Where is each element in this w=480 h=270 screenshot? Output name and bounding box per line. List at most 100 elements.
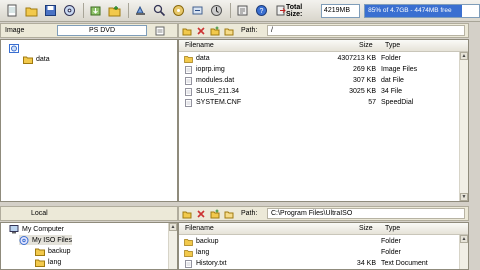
save-icon[interactable] — [42, 2, 59, 19]
folder-icon — [184, 56, 193, 63]
col-type[interactable]: Type — [385, 42, 400, 49]
local-delete-icon[interactable] — [195, 208, 207, 220]
file-name: History.txt — [196, 260, 227, 267]
scroll-down-arrow[interactable]: ▼ — [460, 193, 468, 201]
local-path-label: Path: — [241, 210, 258, 217]
col-filename[interactable]: Filename — [185, 42, 214, 49]
capacity-bar: 85% of 4.7GB - 4474MB free — [364, 4, 480, 18]
local-view-icon[interactable] — [223, 208, 235, 220]
delete-icon[interactable] — [151, 2, 168, 19]
file-size: 307 KB — [353, 77, 376, 84]
image-header: Image PS DVD — [0, 23, 178, 38]
col-filename[interactable]: Filename — [185, 225, 214, 232]
local-label: Local — [31, 210, 48, 217]
file-name: backup — [196, 238, 219, 245]
file-type: dat File — [381, 77, 404, 84]
help-icon[interactable]: ? — [253, 2, 270, 19]
open-icon[interactable] — [23, 2, 40, 19]
new-folder-icon[interactable] — [209, 25, 221, 37]
local-up-folder-icon[interactable] — [181, 208, 193, 220]
local-tree-label: My ISO Files — [32, 236, 73, 244]
disc-icon — [9, 43, 19, 53]
local-path-header: Path: C:\Program Files\UltraISO — [178, 206, 469, 221]
svg-text:?: ? — [260, 8, 264, 15]
image-name-field[interactable]: PS DVD — [57, 25, 147, 36]
iso-tree-panel: data — [0, 39, 178, 202]
file-name: data — [196, 55, 210, 62]
file-name: lang — [196, 249, 210, 256]
local-file-scrollbar[interactable]: ▲ — [459, 235, 468, 269]
file-icon — [185, 77, 192, 85]
save-as-icon[interactable] — [61, 2, 78, 19]
local-tree-my-iso-files[interactable]: My ISO Files — [19, 235, 73, 245]
iso-tree-root[interactable] — [9, 43, 22, 53]
properties-icon[interactable] — [234, 2, 251, 19]
file-type: Image Files — [381, 66, 418, 73]
up-folder-icon[interactable] — [181, 25, 193, 37]
mount-icon[interactable] — [189, 2, 206, 19]
local-tree-label: lang — [48, 258, 62, 266]
file-row[interactable]: backup Folder — [179, 237, 468, 247]
file-row[interactable]: data 4307213 KB Folder — [179, 54, 468, 64]
toolbar-separator — [83, 3, 84, 18]
view-mode-icon[interactable] — [223, 25, 235, 37]
computer-icon — [9, 224, 19, 233]
iso-file-list: Filename Size Type data 4307213 KB Folder i… — [178, 39, 469, 202]
file-size: 34 KB — [356, 260, 376, 267]
local-tree-panel: My Computer My ISO Files backup lang ▲ — [0, 222, 178, 270]
local-tree-scrollbar[interactable]: ▲ — [168, 223, 177, 269]
local-tree-label: My Computer — [22, 225, 65, 233]
iso-folder-icon — [19, 235, 29, 245]
file-row[interactable]: SLUS_211.34 3025 KB 34 File — [179, 87, 468, 97]
file-type: SpeedDial — [381, 99, 414, 106]
main-toolbar: ? Total Size: 4219MB 85% of 4.7GB - 4474… — [0, 0, 480, 22]
compress-icon[interactable] — [208, 2, 225, 19]
file-size: 269 KB — [353, 66, 376, 73]
file-icon — [185, 88, 192, 96]
iso-column-header: Filename Size Type — [179, 40, 468, 52]
local-new-folder-icon[interactable] — [209, 208, 221, 220]
file-row[interactable]: ioprp.img 269 KB Image Files — [179, 65, 468, 75]
local-tree-label: backup — [48, 247, 71, 255]
file-name: SLUS_211.34 — [196, 88, 240, 95]
image-properties-icon[interactable] — [154, 25, 166, 37]
iso-tree-item-label: data — [36, 55, 50, 63]
scroll-up-arrow[interactable]: ▲ — [460, 235, 468, 243]
file-type: Folder — [381, 249, 401, 256]
extract-icon[interactable] — [87, 2, 104, 19]
iso-path-field[interactable]: / — [267, 25, 465, 36]
file-type: Folder — [381, 55, 401, 62]
local-path-field[interactable]: C:\Program Files\UltraISO — [267, 208, 465, 219]
col-size[interactable]: Size — [359, 225, 373, 232]
file-icon — [185, 260, 192, 268]
local-tree-backup[interactable]: backup — [35, 246, 71, 256]
scroll-up-arrow[interactable]: ▲ — [169, 223, 177, 231]
local-tree-my-computer[interactable]: My Computer — [9, 224, 64, 234]
file-icon — [185, 66, 192, 74]
file-row[interactable]: History.txt 34 KB Text Document — [179, 259, 468, 269]
local-column-header: Filename Size Type — [179, 223, 468, 235]
file-row[interactable]: modules.dat 307 KB dat File — [179, 76, 468, 86]
col-size[interactable]: Size — [359, 42, 373, 49]
iso-file-scrollbar[interactable]: ▲ ▼ — [459, 52, 468, 201]
file-type: Folder — [381, 238, 401, 245]
file-type: 34 File — [381, 88, 403, 95]
burn-icon[interactable] — [170, 2, 187, 19]
iso-tree-item-data[interactable]: data — [23, 54, 50, 64]
new-icon[interactable] — [4, 2, 21, 19]
image-label: Image — [5, 27, 25, 34]
file-row[interactable]: SYSTEM.CNF 57 SpeedDial — [179, 98, 468, 108]
delete-file-icon[interactable] — [195, 25, 207, 37]
iso-path-label: Path: — [241, 27, 258, 34]
add-dir-icon[interactable] — [132, 2, 149, 19]
col-type[interactable]: Type — [385, 225, 400, 232]
file-row[interactable]: lang Folder — [179, 248, 468, 258]
add-files-icon[interactable] — [106, 2, 123, 19]
iso-path-header: Path: / — [178, 23, 469, 38]
scroll-up-arrow[interactable]: ▲ — [460, 52, 468, 60]
toolbar-separator — [230, 3, 231, 18]
local-tree-lang[interactable]: lang — [35, 257, 61, 267]
total-size-indicator: Total Size: 4219MB 85% of 4.7GB - 4474MB… — [286, 3, 480, 19]
local-header: Local — [0, 206, 178, 221]
file-name: SYSTEM.CNF — [196, 99, 242, 106]
